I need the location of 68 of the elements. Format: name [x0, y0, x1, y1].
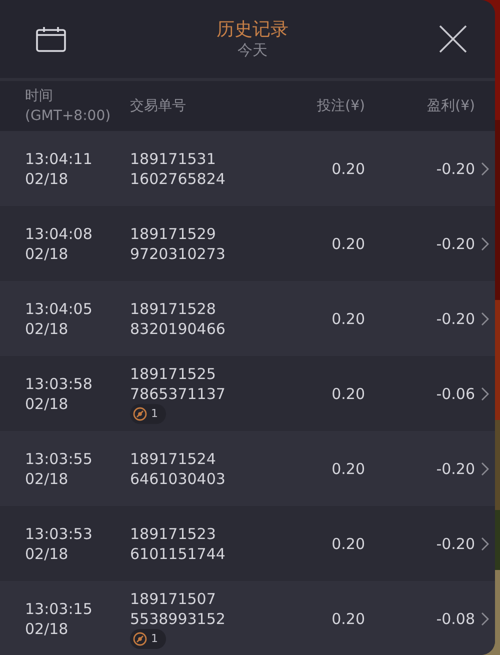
- order-number: 189171531: [130, 148, 216, 168]
- chevron-right-icon: [481, 536, 489, 550]
- stake-cell-text: 0.20: [330, 234, 365, 254]
- calendar-icon[interactable]: [36, 26, 66, 52]
- close-icon[interactable]: [439, 25, 467, 53]
- profit-cell-text: -0.20: [435, 158, 475, 178]
- stake-cell-text: 0.20: [330, 534, 365, 554]
- order-number: 1602765824: [130, 168, 226, 188]
- stake-cell-text: 0.20: [330, 608, 365, 628]
- time-cell: 13:04:05: [25, 298, 92, 318]
- time-cell: 13:03:15: [25, 598, 92, 618]
- date-cell: 02/18: [25, 544, 68, 564]
- order-number: 7865371137: [130, 384, 226, 404]
- stake-cell-text: 0.20: [330, 384, 365, 404]
- profit-cell-text: -0.20: [435, 308, 475, 328]
- time-cell: 13:03:55: [25, 448, 92, 468]
- profit-cell-text: -0.08: [435, 608, 475, 628]
- order-number: 189171524: [130, 448, 216, 468]
- chevron-right-icon: [481, 462, 489, 476]
- date-cell: 02/18: [25, 394, 68, 414]
- history-row[interactable]: 13:03:55 02/18 189171524 6461030403 0.20 -0.20: [0, 431, 495, 506]
- stake-cell-text: 0.20: [330, 308, 365, 328]
- date-cell: 02/18: [25, 468, 68, 488]
- date-cell: 02/18: [25, 618, 68, 638]
- time-cell: 13:04:08: [25, 224, 92, 244]
- order-number: 6101151744: [130, 544, 226, 564]
- order-number: 5538993152: [130, 608, 226, 628]
- date-cell: 02/18: [25, 168, 68, 188]
- history-row[interactable]: 13:04:11 02/18 189171531 1602765824 0.20 -0.20: [0, 131, 495, 206]
- order-number: 8320190466: [130, 318, 226, 338]
- profit-cell-text: -0.06: [435, 384, 475, 404]
- order-number: 9720310273: [130, 244, 226, 264]
- order-number: 189171507: [130, 588, 216, 608]
- compass-icon: [133, 406, 147, 420]
- column-header: 交易单号: [130, 97, 187, 116]
- time-cell: 13:03:53: [25, 524, 92, 544]
- time-cell: 13:03:58: [25, 374, 92, 394]
- history-row[interactable]: 13:03:53 02/18 189171523 6101151744 0.20 -0.20: [0, 506, 495, 581]
- chevron-right-icon: [481, 612, 489, 626]
- free-spin-badge: 1: [130, 404, 166, 424]
- stake-cell-text: 0.20: [330, 458, 365, 478]
- history-row[interactable]: 13:03:15 02/18 189171507 5538993152 1 0.20 -0.08: [0, 581, 495, 655]
- date-cell: 02/18: [25, 318, 68, 338]
- date-cell: 02/18: [25, 244, 68, 264]
- profit-cell-text: -0.20: [435, 534, 475, 554]
- history-row[interactable]: 13:04:08 02/18 189171529 9720310273 0.20 -0.20: [0, 206, 495, 281]
- history-row[interactable]: 13:03:58 02/18 189171525 7865371137 1 0.20 -0.06: [0, 356, 495, 431]
- chevron-right-icon: [481, 162, 489, 176]
- column-header: 时间 (GMT+8:00): [25, 87, 112, 126]
- free-spin-badge: 1: [130, 628, 166, 648]
- profit-cell-text: -0.20: [435, 458, 475, 478]
- compass-icon: [133, 632, 147, 646]
- date-filter-label: 今天: [238, 41, 268, 59]
- profit-cell-text: -0.20: [435, 234, 475, 254]
- order-number: 189171529: [130, 224, 216, 244]
- order-number: 189171525: [130, 364, 216, 384]
- order-number: 189171528: [130, 298, 216, 318]
- history-row[interactable]: 13:04:05 02/18 189171528 8320190466 0.20 -0.20: [0, 281, 495, 356]
- order-number: 6461030403: [130, 468, 226, 488]
- time-cell: 13:04:11: [25, 148, 92, 168]
- column-header: 投注(¥): [316, 97, 365, 116]
- column-header: 盈利(¥): [426, 97, 475, 116]
- order-number: 189171523: [130, 524, 216, 544]
- chevron-right-icon: [481, 386, 489, 400]
- chevron-right-icon: [481, 236, 489, 250]
- stake-cell-text: 0.20: [330, 158, 365, 178]
- dialog-title: 历史记录: [216, 19, 288, 41]
- chevron-right-icon: [481, 312, 489, 326]
